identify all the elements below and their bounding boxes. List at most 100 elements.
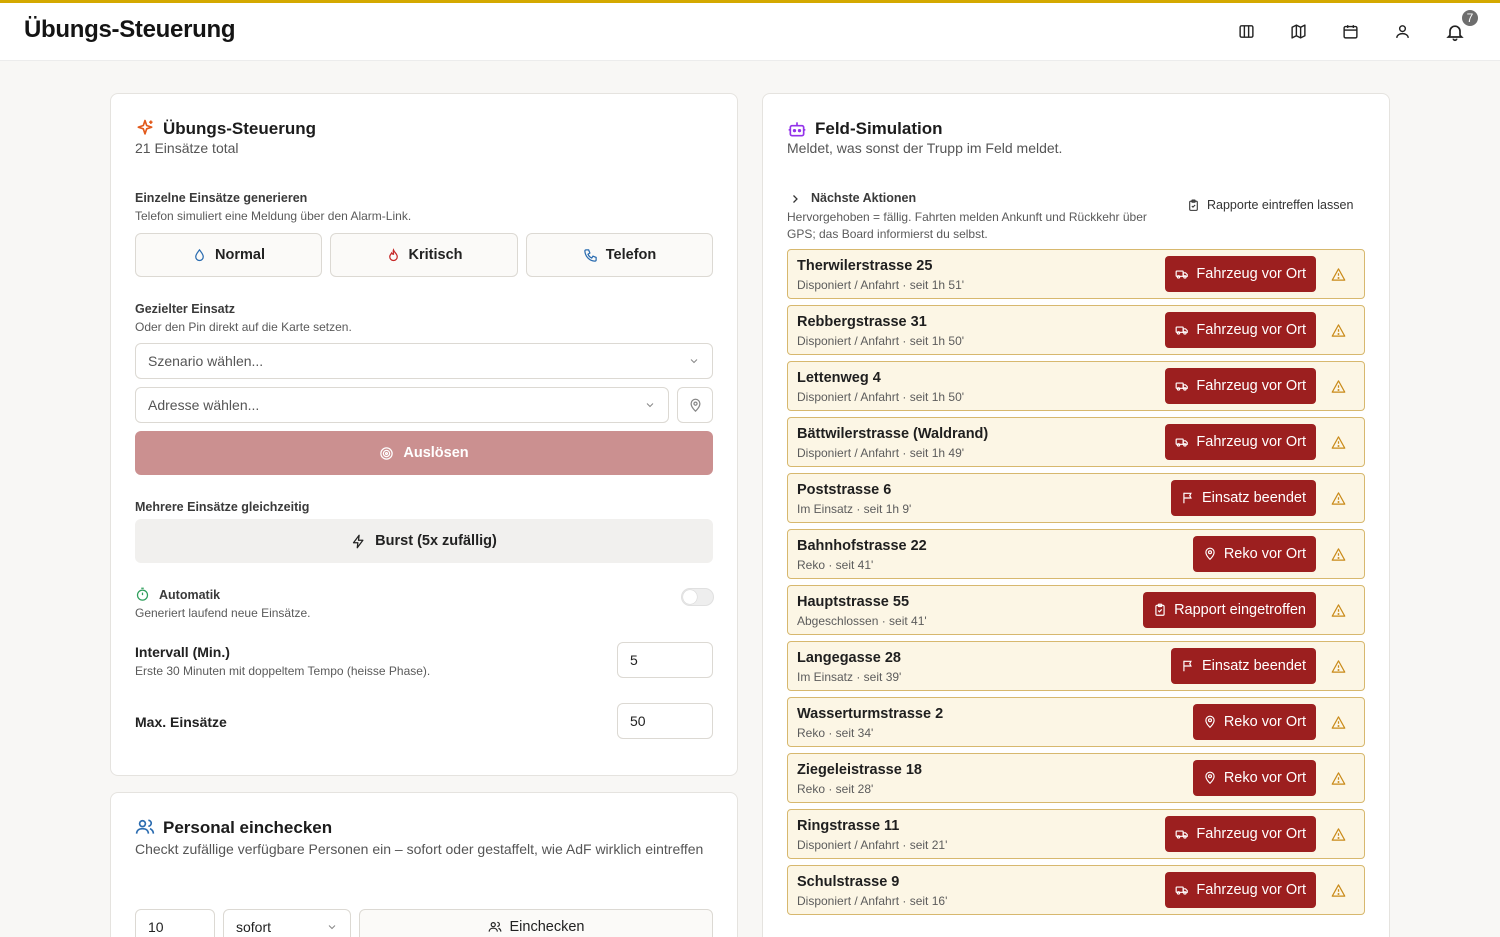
personal-count-input[interactable]: 10 xyxy=(135,909,215,937)
mission-address: Bättwilerstrasse (Waldrand) xyxy=(797,426,989,442)
flag-icon xyxy=(1181,659,1195,673)
personal-mode-select[interactable]: sofort xyxy=(223,909,351,937)
mission-row: Therwilerstrasse 25 Disponiert / Anfahrt … xyxy=(787,249,1365,299)
notification-badge: 7 xyxy=(1460,8,1480,28)
burst-button[interactable]: Burst (5x zufällig) xyxy=(135,519,713,563)
mission-action-button[interactable]: Reko vor Ort xyxy=(1192,760,1316,796)
chevron-right-icon[interactable] xyxy=(789,192,801,204)
pin-icon xyxy=(1203,547,1217,561)
mission-action-button[interactable]: Fahrzeug vor Ort xyxy=(1165,312,1316,348)
max-label: Max. Einsätze xyxy=(135,714,227,730)
interval-label: Intervall (Min.) xyxy=(135,644,230,660)
feld-title: Feld-Simulation xyxy=(815,119,943,138)
warning-icon[interactable] xyxy=(1331,883,1346,898)
mission-action-button[interactable]: Fahrzeug vor Ort xyxy=(1165,424,1316,460)
mission-action-label: Fahrzeug vor Ort xyxy=(1196,266,1306,282)
mission-action-button[interactable]: Fahrzeug vor Ort xyxy=(1165,256,1316,292)
warning-icon[interactable] xyxy=(1331,659,1346,674)
columns-icon[interactable] xyxy=(1235,20,1257,42)
users-icon xyxy=(135,817,155,837)
timer-icon xyxy=(135,587,150,602)
feld-card: Feld-Simulation Meldet, was sonst der Tr… xyxy=(762,93,1390,937)
mission-status: Disponiert / Anfahrt · seit 1h 50' xyxy=(797,334,965,348)
scenario-select[interactable]: Szenario wählen... xyxy=(135,343,713,379)
telefon-button[interactable]: Telefon xyxy=(526,233,713,277)
mission-action-button[interactable]: Reko vor Ort xyxy=(1192,704,1316,740)
warning-icon[interactable] xyxy=(1331,827,1346,842)
mission-action-label: Rapport eingetroffen xyxy=(1174,602,1306,618)
pin-on-map-button[interactable] xyxy=(677,387,713,423)
zap-icon xyxy=(351,534,366,549)
mission-action-button[interactable]: Fahrzeug vor Ort xyxy=(1165,872,1316,908)
user-icon[interactable] xyxy=(1391,20,1413,42)
warning-icon[interactable] xyxy=(1331,771,1346,786)
mission-action-label: Reko vor Ort xyxy=(1223,770,1306,786)
ausloesen-button[interactable]: Auslösen xyxy=(135,431,713,475)
einchecken-button[interactable]: Einchecken xyxy=(359,909,713,937)
mission-status: Disponiert / Anfahrt · seit 1h 49' xyxy=(797,446,965,460)
mission-action-label: Reko vor Ort xyxy=(1223,546,1306,562)
mission-action-label: Fahrzeug vor Ort xyxy=(1196,322,1306,338)
droplet-icon xyxy=(192,248,207,263)
warning-icon[interactable] xyxy=(1331,715,1346,730)
personal-mode-value: sofort xyxy=(236,919,272,935)
mission-action-button[interactable]: Fahrzeug vor Ort xyxy=(1165,816,1316,852)
mission-address: Hauptstrasse 55 xyxy=(797,594,910,610)
mission-action-label: Fahrzeug vor Ort xyxy=(1196,826,1306,842)
mission-address: Wasserturmstrasse 2 xyxy=(797,706,944,722)
mission-row: Ziegeleistrasse 18 Reko · seit 28' Reko vo… xyxy=(787,753,1365,803)
mission-action-label: Fahrzeug vor Ort xyxy=(1196,434,1306,450)
feld-subtitle: Meldet, was sonst der Trupp im Feld meld… xyxy=(787,140,1063,156)
einchecken-label: Einchecken xyxy=(509,919,585,935)
mission-address: Ringstrasse 11 xyxy=(797,818,900,834)
next-actions-title[interactable]: Nächste Aktionen xyxy=(811,191,916,205)
pin-icon xyxy=(1203,715,1217,729)
kritisch-button-label: Kritisch xyxy=(408,247,463,263)
normal-button[interactable]: Normal xyxy=(135,233,322,277)
mission-action-button[interactable]: Einsatz beendet xyxy=(1171,648,1316,684)
mission-action-button[interactable]: Einsatz beendet xyxy=(1171,480,1316,516)
truck-icon xyxy=(1175,827,1189,841)
warning-icon[interactable] xyxy=(1331,491,1346,506)
mission-action-label: Fahrzeug vor Ort xyxy=(1196,882,1306,898)
mission-action-button[interactable]: Rapport eingetroffen xyxy=(1143,592,1316,628)
kritisch-button[interactable]: Kritisch xyxy=(330,233,518,277)
mission-row: Bahnhofstrasse 22 Reko · seit 41' Reko vor… xyxy=(787,529,1365,579)
address-select[interactable]: Adresse wählen... xyxy=(135,387,669,423)
interval-input[interactable]: 5 xyxy=(617,642,713,678)
warning-icon[interactable] xyxy=(1331,603,1346,618)
warning-icon[interactable] xyxy=(1331,267,1346,282)
sparkle-icon xyxy=(135,118,155,138)
truck-icon xyxy=(1175,323,1189,337)
app-title: Übungs-Steuerung xyxy=(24,16,236,43)
mission-row: Rebbergstrasse 31 Disponiert / Anfahrt · … xyxy=(787,305,1365,355)
truck-icon xyxy=(1175,435,1189,449)
targeted-section-subtitle: Oder den Pin direkt auf die Karte setzen… xyxy=(135,320,352,334)
calendar-icon[interactable] xyxy=(1339,20,1361,42)
mission-status: Disponiert / Anfahrt · seit 1h 50' xyxy=(797,390,965,404)
flame-icon xyxy=(386,247,401,263)
phone-icon xyxy=(583,248,598,263)
mission-address: Bahnhofstrasse 22 xyxy=(797,538,927,554)
mission-address: Lettenweg 4 xyxy=(797,370,881,386)
flag-icon xyxy=(1181,491,1195,505)
auto-toggle[interactable] xyxy=(681,588,714,606)
ausloesen-label: Auslösen xyxy=(403,445,469,461)
personal-title: Personal einchecken xyxy=(163,818,333,837)
mission-status: Disponiert / Anfahrt · seit 1h 51' xyxy=(797,278,965,292)
warning-icon[interactable] xyxy=(1331,323,1346,338)
warning-icon[interactable] xyxy=(1331,379,1346,394)
mission-row: Lettenweg 4 Disponiert / Anfahrt · seit 1… xyxy=(787,361,1365,411)
personal-card: Personal einchecken Checkt zufällige ver… xyxy=(110,792,738,937)
scenario-placeholder: Szenario wählen... xyxy=(148,353,264,369)
mission-action-button[interactable]: Reko vor Ort xyxy=(1192,536,1316,572)
target-icon xyxy=(379,446,394,461)
auto-subtitle: Generiert laufend neue Einsätze. xyxy=(135,606,311,620)
mission-row: Poststrasse 6 Im Einsatz · seit 1h 9' Eins… xyxy=(787,473,1365,523)
max-input[interactable]: 50 xyxy=(617,703,713,739)
warning-icon[interactable] xyxy=(1331,547,1346,562)
map-icon[interactable] xyxy=(1287,20,1309,42)
rapporte-button[interactable]: Rapporte eintreffen lassen xyxy=(1187,198,1353,212)
mission-action-button[interactable]: Fahrzeug vor Ort xyxy=(1165,368,1316,404)
warning-icon[interactable] xyxy=(1331,435,1346,450)
